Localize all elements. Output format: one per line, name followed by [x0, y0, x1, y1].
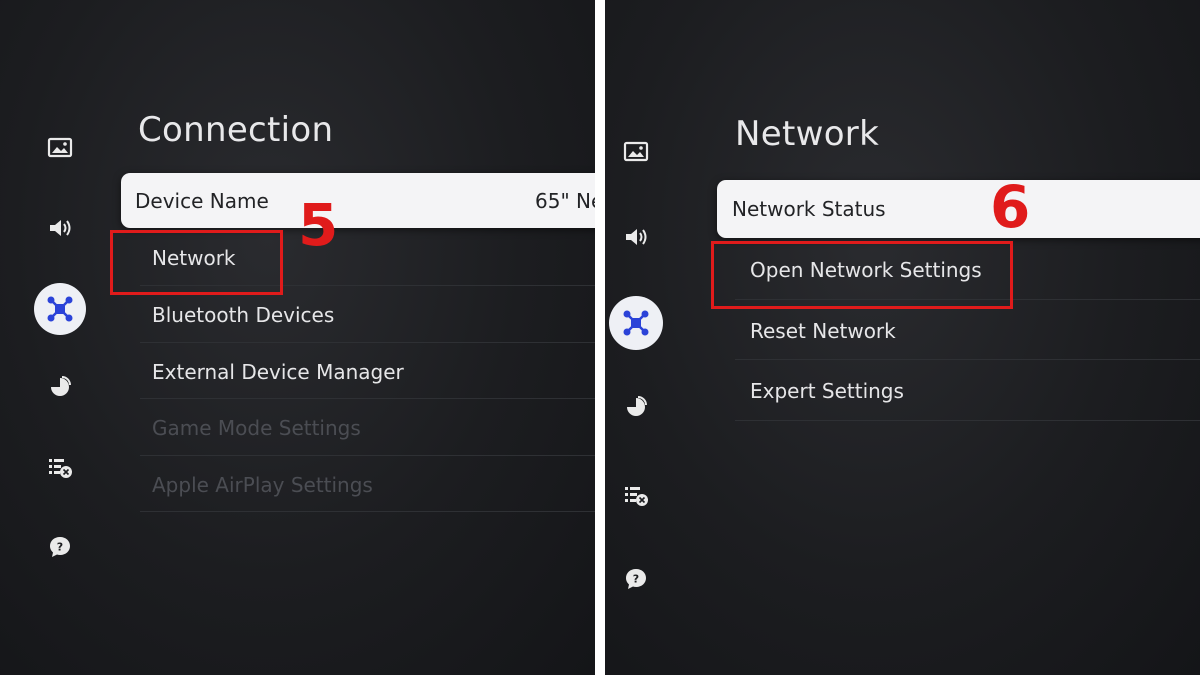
highlight-box — [110, 230, 283, 295]
highlight-box — [711, 241, 1013, 309]
menu-item-label: External Device Manager — [152, 360, 404, 384]
menu-item-label: Bluetooth Devices — [152, 303, 335, 327]
broadcast-icon[interactable] — [43, 370, 77, 404]
divider — [140, 455, 595, 456]
divider — [140, 342, 595, 343]
menu-item-reset-network[interactable]: Reset Network — [750, 316, 896, 346]
left-screenshot-panel: ? Connection Device Name 65" Ne Network … — [0, 0, 595, 675]
page-title: Connection — [138, 110, 334, 150]
sound-icon[interactable] — [619, 220, 653, 254]
divider — [735, 359, 1200, 360]
svg-text:?: ? — [633, 573, 639, 586]
menu-item-label: Device Name — [135, 188, 269, 213]
menu-item-network-status[interactable]: Network Status — [717, 180, 1200, 238]
page-title: Network — [735, 114, 880, 154]
menu-item-bluetooth-devices[interactable]: Bluetooth Devices — [152, 300, 334, 330]
connection-icon[interactable] — [34, 283, 86, 335]
menu-item-label: Reset Network — [750, 319, 896, 343]
step-number: 5 — [298, 191, 339, 259]
menu-item-expert-settings[interactable]: Expert Settings — [750, 376, 904, 406]
divider — [140, 511, 595, 512]
accessibility-icon[interactable] — [43, 450, 77, 484]
sound-icon[interactable] — [43, 211, 77, 245]
menu-item-external-device-manager[interactable]: External Device Manager — [152, 357, 404, 387]
menu-item-label: Expert Settings — [750, 379, 904, 403]
menu-item-apple-airplay-settings: Apple AirPlay Settings — [152, 470, 373, 500]
accessibility-icon[interactable] — [619, 478, 653, 512]
menu-item-label: Apple AirPlay Settings — [152, 473, 373, 497]
menu-item-device-name[interactable]: Device Name 65" Ne — [121, 173, 595, 228]
support-icon[interactable]: ? — [619, 562, 653, 596]
connection-icon[interactable] — [609, 296, 663, 350]
divider — [735, 420, 1200, 421]
step-number: 6 — [990, 173, 1031, 241]
menu-item-value: 65" Ne — [535, 188, 595, 213]
menu-item-label: Game Mode Settings — [152, 416, 361, 440]
divider — [140, 398, 595, 399]
picture-icon[interactable] — [43, 131, 77, 165]
right-screenshot-panel: ? Network Network Status Open Network Se… — [605, 0, 1200, 675]
picture-icon[interactable] — [619, 135, 653, 169]
broadcast-icon[interactable] — [619, 390, 653, 424]
menu-item-label: Network Status — [732, 197, 886, 221]
menu-item-game-mode-settings: Game Mode Settings — [152, 413, 361, 443]
svg-text:?: ? — [57, 541, 63, 554]
support-icon[interactable]: ? — [43, 530, 77, 564]
